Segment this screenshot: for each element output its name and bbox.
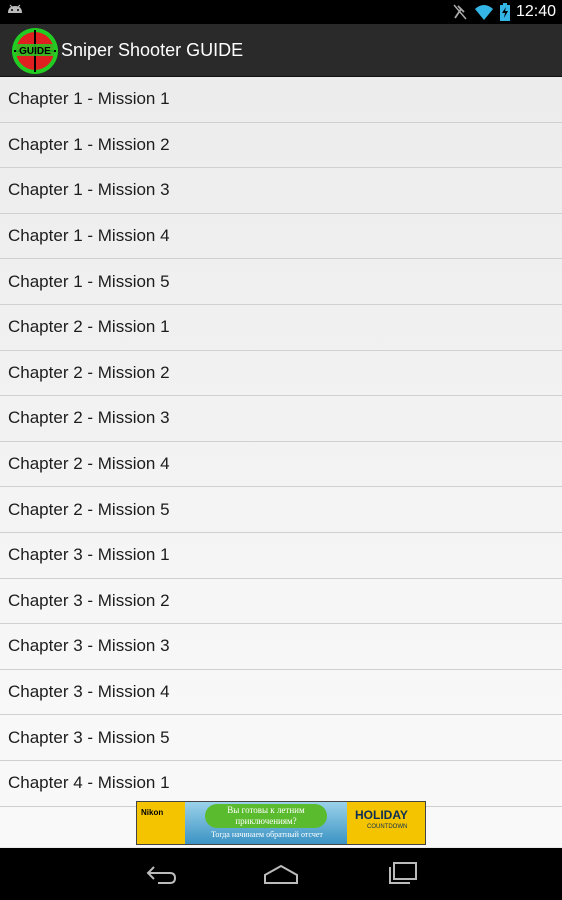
- list-item-label: Chapter 3 - Mission 2: [8, 590, 170, 610]
- list-item-label: Chapter 3 - Mission 3: [8, 636, 170, 656]
- list-item-label: Chapter 1 - Mission 5: [8, 271, 170, 291]
- ad-holiday-logo: HOLIDAY COUNTDOWN: [347, 802, 425, 844]
- ad-brand-text: Nikon: [141, 808, 164, 817]
- back-icon: [146, 866, 177, 884]
- action-bar: GUIDE Sniper Shooter GUIDE: [0, 24, 562, 77]
- status-bar: 12:40: [0, 0, 562, 24]
- home-icon: [264, 864, 298, 884]
- list-item[interactable]: Chapter 3 - Mission 4: [0, 670, 562, 716]
- ad-brand-logo: Nikon: [137, 802, 185, 844]
- list-item-label: Chapter 3 - Mission 4: [8, 682, 170, 702]
- list-item[interactable]: Chapter 3 - Mission 3: [0, 624, 562, 670]
- no-sync-icon: [453, 4, 467, 20]
- recent-apps-button[interactable]: [372, 856, 432, 892]
- list-item[interactable]: Chapter 4 - Mission 1: [0, 761, 562, 807]
- app-logo-text: GUIDE: [19, 46, 51, 57]
- ad-countdown-text: COUNTDOWN: [367, 824, 408, 830]
- android-debug-icon: [8, 4, 22, 13]
- clock: 12:40: [515, 3, 556, 20]
- list-item[interactable]: Chapter 2 - Mission 4: [0, 442, 562, 488]
- app-logo-icon[interactable]: GUIDE: [11, 27, 59, 75]
- list-item-label: Chapter 4 - Mission 1: [8, 773, 170, 793]
- list-item[interactable]: Chapter 2 - Mission 3: [0, 396, 562, 442]
- list-item[interactable]: Chapter 1 - Mission 3: [0, 168, 562, 214]
- list-item[interactable]: Chapter 1 - Mission 2: [0, 123, 562, 169]
- home-button[interactable]: [251, 856, 311, 892]
- ad-message-area: Вы готовы к летним приключениям? Тогда н…: [185, 802, 347, 844]
- ad-holiday-text: HOLIDAY: [355, 808, 408, 822]
- list-item[interactable]: Chapter 3 - Mission 2: [0, 579, 562, 625]
- ad-subline: Тогда начинаем обратный отсчет: [211, 830, 323, 839]
- list-item[interactable]: Chapter 1 - Mission 5: [0, 259, 562, 305]
- recent-apps-icon: [389, 862, 417, 884]
- list-item-label: Chapter 3 - Mission 5: [8, 727, 170, 747]
- list-item[interactable]: Chapter 2 - Mission 1: [0, 305, 562, 351]
- list-item[interactable]: Chapter 2 - Mission 2: [0, 351, 562, 397]
- list-item-label: Chapter 1 - Mission 4: [8, 226, 170, 246]
- list-item[interactable]: Chapter 1 - Mission 1: [0, 77, 562, 123]
- ad-headline: Вы готовы к летним приключениям?: [205, 804, 327, 828]
- list-item-label: Chapter 1 - Mission 2: [8, 134, 170, 154]
- ad-banner[interactable]: Nikon Вы готовы к летним приключениям? Т…: [136, 801, 426, 845]
- list-item-label: Chapter 2 - Mission 4: [8, 454, 170, 474]
- list-item-label: Chapter 2 - Mission 5: [8, 499, 170, 519]
- list-item-label: Chapter 2 - Mission 1: [8, 317, 170, 337]
- list-item[interactable]: Chapter 3 - Mission 5: [0, 715, 562, 761]
- list-item-label: Chapter 1 - Mission 3: [8, 180, 170, 200]
- app-title: Sniper Shooter GUIDE: [61, 40, 244, 60]
- list-item[interactable]: Chapter 3 - Mission 1: [0, 533, 562, 579]
- battery-charging-icon: [499, 3, 510, 21]
- list-item-label: Chapter 2 - Mission 2: [8, 362, 170, 382]
- list-item-label: Chapter 3 - Mission 1: [8, 545, 170, 565]
- list-item-label: Chapter 1 - Mission 1: [8, 89, 170, 109]
- mission-list[interactable]: Chapter 1 - Mission 1 Chapter 1 - Mission…: [0, 77, 562, 847]
- list-item-label: Chapter 2 - Mission 3: [8, 408, 170, 428]
- back-button[interactable]: [131, 856, 191, 892]
- navigation-bar: [0, 848, 562, 900]
- list-item[interactable]: Chapter 2 - Mission 5: [0, 487, 562, 533]
- wifi-icon: [474, 5, 493, 20]
- list-item[interactable]: Chapter 1 - Mission 4: [0, 214, 562, 260]
